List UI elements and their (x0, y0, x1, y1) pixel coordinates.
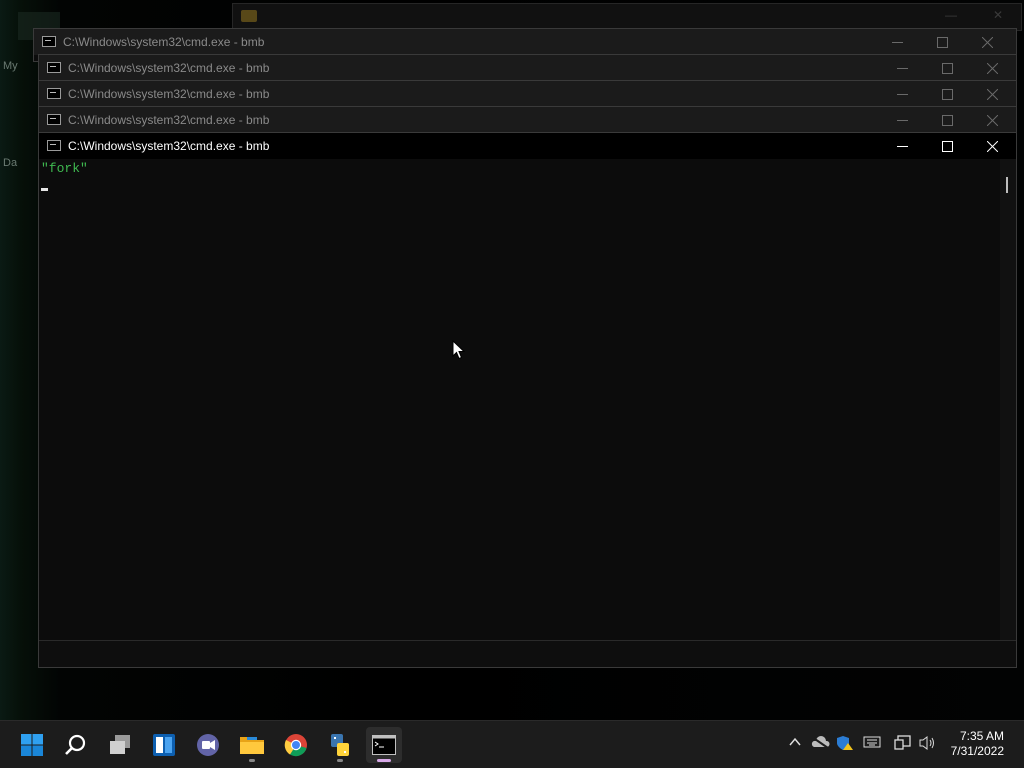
clock-time: 7:35 AM (959, 729, 1004, 743)
window-titlebar[interactable]: C:\Windows\system32\cmd.exe - bmb (39, 133, 1016, 159)
clock[interactable]: 7:35 AM 7/31/2022 (951, 729, 1004, 759)
text-cursor (41, 188, 48, 191)
close-icon[interactable]: ✕ (993, 8, 1003, 22)
taskbar: 7:35 AM 7/31/2022 (0, 720, 1024, 768)
console-line: "fork" (41, 161, 88, 176)
desktop-icon-label[interactable]: Da (3, 157, 17, 169)
minimize-icon[interactable] (875, 29, 920, 55)
widgets-icon (153, 734, 175, 756)
volume-icon (919, 736, 934, 750)
task-view-icon (110, 735, 130, 754)
folder-icon (241, 10, 257, 22)
chrome-button[interactable] (278, 727, 314, 763)
chat-icon (197, 734, 219, 756)
touch-keyboard-button[interactable] (863, 735, 881, 753)
minimize-icon[interactable]: — (945, 8, 957, 22)
security-warning-icon (837, 736, 853, 750)
network-button[interactable] (894, 735, 912, 755)
running-indicator (337, 759, 343, 762)
minimize-icon[interactable] (880, 81, 925, 107)
running-indicator (249, 759, 255, 762)
clock-date: 7/31/2022 (950, 744, 1004, 758)
onedrive-icon (811, 736, 830, 749)
window-titlebar[interactable]: C:\Windows\system32\cmd.exe - bmb (39, 81, 1016, 107)
desktop-icon-label[interactable]: My (3, 60, 18, 72)
cmd-icon (47, 114, 61, 125)
vertical-scrollbar[interactable] (1000, 159, 1016, 641)
chevron-up-icon (789, 737, 801, 746)
window-title: C:\Windows\system32\cmd.exe - bmb (68, 61, 270, 75)
window-title: C:\Windows\system32\cmd.exe - bmb (68, 139, 270, 153)
file-explorer-icon (240, 737, 264, 754)
maximize-icon[interactable] (925, 55, 970, 81)
minimize-icon[interactable] (880, 133, 925, 159)
terminal-button[interactable] (366, 727, 402, 763)
maximize-icon[interactable] (925, 107, 970, 133)
volume-button[interactable] (919, 735, 937, 755)
window-titlebar[interactable]: C:\Windows\system32\cmd.exe - bmb (39, 107, 1016, 133)
start-icon (21, 734, 43, 756)
window-titlebar[interactable]: C:\Windows\system32\cmd.exe - bmb (39, 55, 1016, 81)
cmd-icon (47, 88, 61, 99)
close-icon[interactable] (970, 107, 1015, 133)
window-titlebar[interactable]: C:\Windows\system32\cmd.exe - bmb (34, 29, 1016, 55)
terminal-icon (372, 735, 396, 755)
python-icon (331, 734, 349, 756)
cmd-icon (47, 62, 61, 73)
scrollbar-thumb[interactable] (1006, 177, 1008, 193)
maximize-icon[interactable] (925, 81, 970, 107)
window-title: C:\Windows\system32\cmd.exe - bmb (68, 113, 270, 127)
network-icon (894, 735, 911, 750)
maximize-icon[interactable] (920, 29, 965, 55)
close-icon[interactable] (965, 29, 1010, 55)
mouse-pointer-icon (452, 340, 465, 360)
task-view-button[interactable] (102, 727, 138, 763)
close-icon[interactable] (970, 55, 1015, 81)
show-hidden-icons-button[interactable] (788, 735, 802, 753)
horizontal-scrollbar[interactable] (39, 640, 1016, 667)
chat-button[interactable] (190, 727, 226, 763)
active-indicator (377, 759, 391, 762)
cmd-window-active[interactable]: C:\Windows\system32\cmd.exe - bmb "fork" (38, 132, 1017, 668)
window-title: C:\Windows\system32\cmd.exe - bmb (68, 87, 270, 101)
onedrive-button[interactable] (810, 735, 830, 753)
search-icon (65, 734, 86, 755)
cmd-icon (47, 140, 61, 151)
close-icon[interactable] (970, 133, 1015, 159)
windows-security-button[interactable] (836, 735, 854, 755)
minimize-icon[interactable] (880, 55, 925, 81)
console-output[interactable]: "fork" (39, 159, 1000, 641)
chrome-icon (284, 734, 307, 757)
cmd-icon (42, 36, 56, 47)
keyboard-icon (863, 736, 881, 748)
minimize-icon[interactable] (880, 107, 925, 133)
close-icon[interactable] (970, 81, 1015, 107)
start-button[interactable] (14, 727, 50, 763)
widgets-button[interactable] (146, 727, 182, 763)
file-explorer-window-background[interactable]: — ✕ (232, 3, 1022, 31)
search-button[interactable] (58, 727, 94, 763)
maximize-icon[interactable] (925, 133, 970, 159)
file-explorer-button[interactable] (234, 727, 270, 763)
window-title: C:\Windows\system32\cmd.exe - bmb (63, 35, 265, 49)
python-button[interactable] (322, 727, 358, 763)
